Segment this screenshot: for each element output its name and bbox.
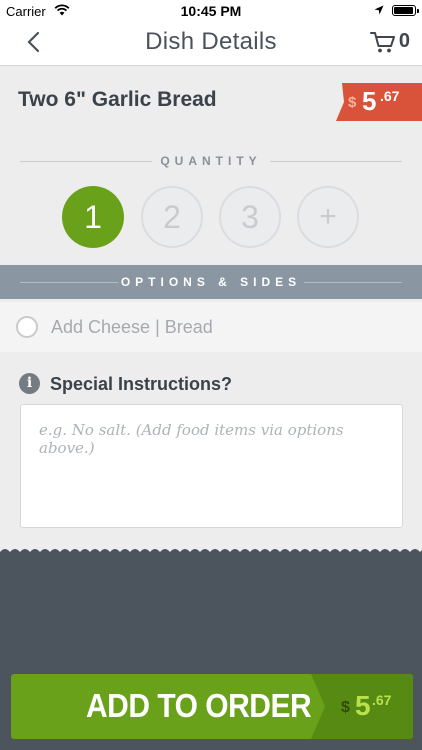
cart-icon[interactable] [370, 30, 396, 54]
battery-icon [392, 5, 419, 16]
price-whole: 5 [362, 86, 377, 116]
quantity-option-2[interactable]: 2 [141, 186, 203, 248]
quantity-option-1[interactable]: 1 [62, 186, 124, 248]
price-cents: .67 [380, 88, 400, 104]
option-radio[interactable] [16, 316, 38, 338]
add-to-order-label: ADD TO ORDER [86, 688, 312, 725]
options-sides-header: OPTIONS & SIDES [0, 265, 422, 299]
clock: 10:45 PM [180, 3, 242, 19]
quantity-label: QUANTITY [160, 154, 262, 168]
order-price-cents: .67 [372, 692, 392, 708]
navigation-bar: Dish Details 0 [0, 22, 422, 66]
page-title: Dish Details [145, 28, 277, 55]
wavy-edge-decoration [0, 549, 422, 559]
order-price-whole: 5 [355, 690, 371, 721]
add-to-order-button[interactable]: ADD TO ORDER $ 5 .67 [11, 674, 413, 739]
price-currency: $ [348, 94, 357, 111]
info-icon: i [19, 373, 40, 394]
order-price-currency: $ [341, 699, 350, 716]
add-to-order-price: $ 5 .67 [311, 674, 413, 739]
special-instructions-title: Special Instructions? [50, 374, 233, 394]
cart-count-badge[interactable]: 0 [399, 30, 410, 53]
dish-price-tag: $ 5 .67 [336, 83, 422, 121]
location-arrow-icon [374, 5, 384, 15]
quantity-option-3[interactable]: 3 [219, 186, 281, 248]
option-item-add-cheese-bread[interactable]: Add Cheese | Bread [0, 302, 422, 352]
option-label: Add Cheese | Bread [51, 317, 213, 337]
dish-name: Two 6" Garlic Bread [18, 88, 217, 111]
quantity-more-button[interactable]: + [297, 186, 359, 248]
special-instructions-input[interactable] [20, 404, 403, 528]
status-bar: Carrier 10:45 PM [0, 0, 422, 22]
options-sides-label: OPTIONS & SIDES [120, 275, 302, 289]
